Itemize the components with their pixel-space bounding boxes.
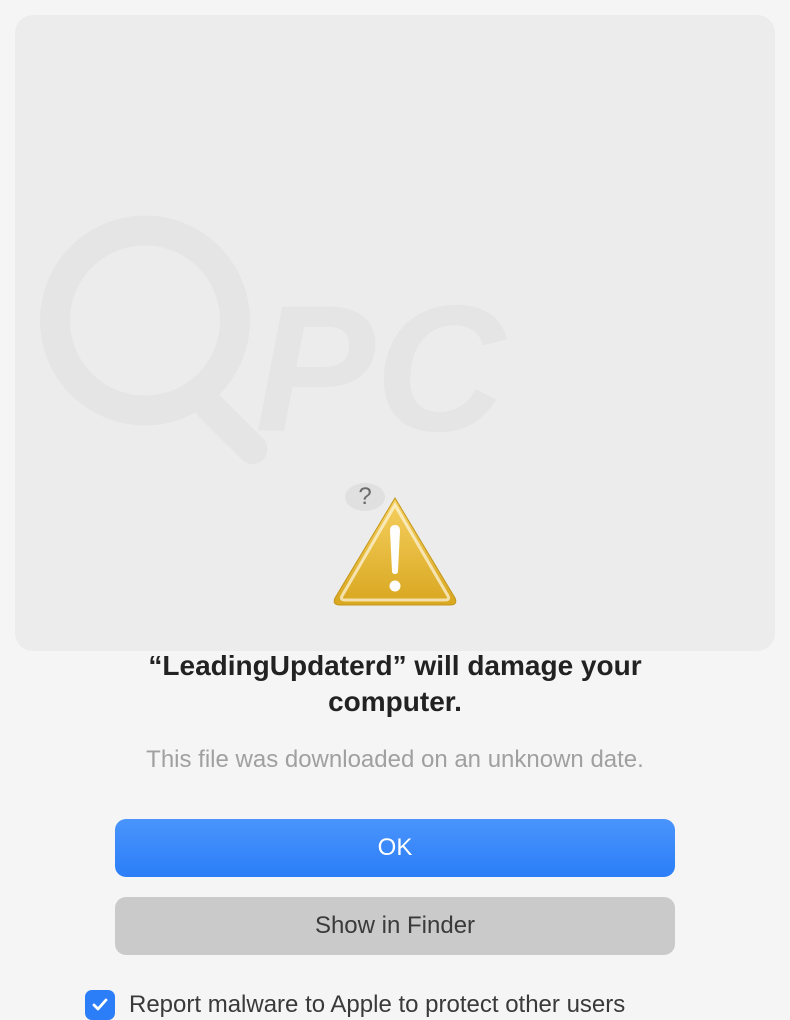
show-in-finder-button[interactable]: Show in Finder: [115, 897, 675, 955]
report-checkbox-row: Report malware to Apple to protect other…: [85, 990, 625, 1020]
checkmark-icon: [90, 995, 110, 1015]
button-group: OK Show in Finder: [115, 819, 675, 955]
warning-icon: [330, 493, 460, 613]
svg-text:PC: PC: [255, 269, 508, 470]
watermark: PC: [15, 131, 715, 536]
dialog-title: “LeadingUpdaterd” will damage your compu…: [95, 648, 695, 721]
report-checkbox-label: Report malware to Apple to protect other…: [129, 991, 625, 1019]
report-checkbox[interactable]: [85, 990, 115, 1020]
ok-button[interactable]: OK: [115, 819, 675, 877]
dialog-subtitle: This file was downloaded on an unknown d…: [146, 746, 644, 774]
ok-button-label: OK: [378, 834, 413, 862]
alert-dialog: PC ? “LeadingUpdaterd” will damage your: [15, 15, 775, 651]
show-in-finder-label: Show in Finder: [315, 912, 475, 940]
